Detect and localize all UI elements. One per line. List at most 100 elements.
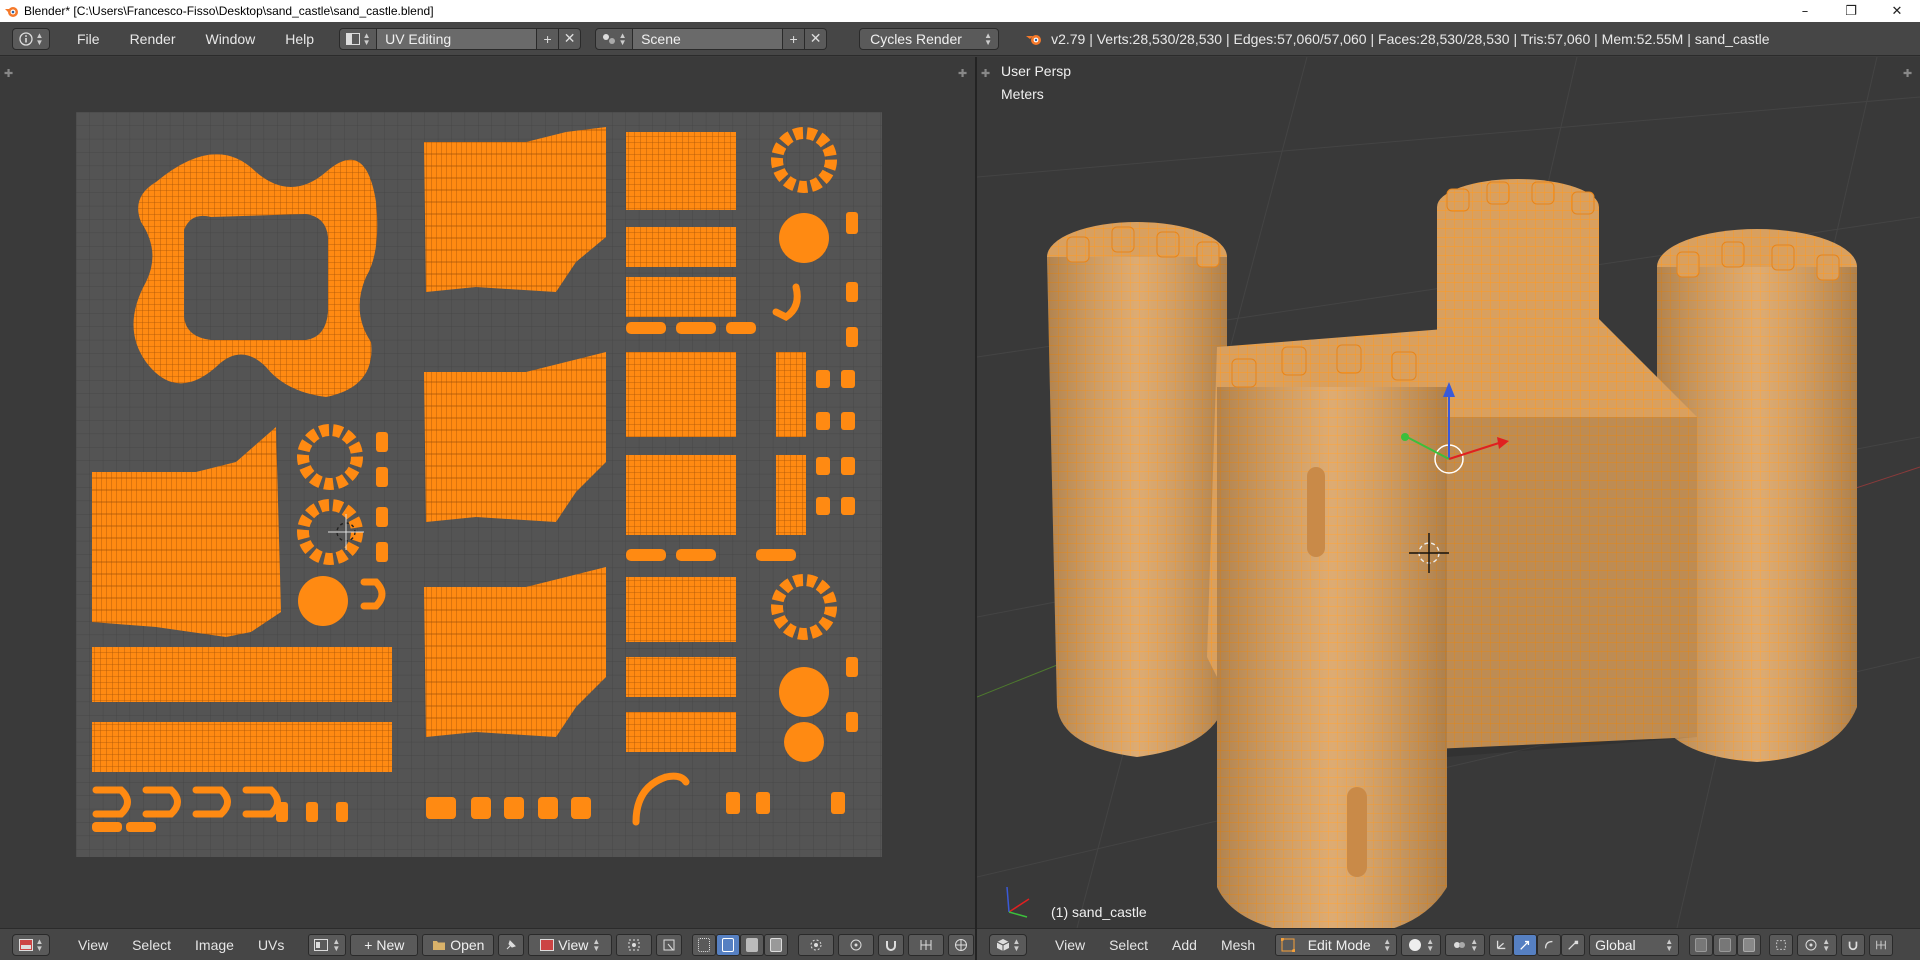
pivot-point-dropdown[interactable] <box>616 933 653 956</box>
info-header: ▲ ▼ File Render Window Help ▲ ▼ UV Editing… <box>0 22 1920 56</box>
pin-button[interactable] <box>498 933 525 956</box>
chevron-updown-icon: ▲ ▼ <box>35 936 44 953</box>
image-editor-icon <box>18 938 33 951</box>
delete-screen-button[interactable]: ✕ <box>559 27 582 50</box>
blender-logo-icon <box>5 7 18 17</box>
uv-menu-uvs[interactable]: UVs <box>246 937 296 953</box>
menu-window[interactable]: Window <box>190 31 270 47</box>
solid-shading-icon <box>1409 938 1422 951</box>
add-scene-button[interactable]: + <box>783 27 806 50</box>
restore-button[interactable]: ❐ <box>1828 0 1874 22</box>
close-window-button[interactable]: ✕ <box>1874 0 1920 22</box>
add-screen-button[interactable]: + <box>537 27 560 50</box>
uv-overlay-toggle[interactable] <box>948 933 975 956</box>
uv-layout-canvas[interactable] <box>76 112 882 857</box>
edge-mode-icon <box>722 937 735 952</box>
pivot-icon <box>1454 941 1466 948</box>
scene-name-field[interactable]: Scene <box>633 27 784 50</box>
manipulator-toggle[interactable] <box>1489 933 1514 956</box>
uv-image-editor[interactable]: ✚ ✚ <box>0 57 975 928</box>
scale-icon <box>1568 940 1579 950</box>
screen-layout-dropdown[interactable]: ▲ ▼ <box>339 27 378 50</box>
scene-dropdown[interactable]: ▲ ▼ <box>595 27 634 50</box>
scene-selector: ▲ ▼ Scene + ✕ <box>595 27 828 50</box>
rotate-icon <box>1545 940 1553 948</box>
proportional-edit-dropdown[interactable] <box>838 933 875 956</box>
3d-menu-select[interactable]: Select <box>1097 937 1160 953</box>
scale-manipulator-button[interactable] <box>1561 933 1586 956</box>
layer-button-1[interactable] <box>1689 933 1714 956</box>
folder-icon <box>433 940 446 950</box>
edit-mode-icon <box>1281 937 1296 952</box>
island-mode-icon <box>770 937 783 952</box>
3d-menu-mesh[interactable]: Mesh <box>1209 937 1267 953</box>
area-corner-icon[interactable]: ✚ <box>4 67 13 80</box>
layer-button-2[interactable] <box>1713 933 1738 956</box>
new-image-button[interactable]: + New <box>350 933 419 956</box>
screen-layout-name-field[interactable]: UV Editing <box>377 27 538 50</box>
select-vertex-mode[interactable] <box>692 933 717 956</box>
viewport-shading-dropdown[interactable]: ▲ ▼ <box>1401 933 1442 956</box>
snap-element-dropdown[interactable] <box>908 933 945 956</box>
menu-render[interactable]: Render <box>115 31 191 47</box>
chevron-updown-icon: ▲ ▼ <box>1665 936 1674 953</box>
uv-menu-view[interactable]: View <box>66 937 120 953</box>
image-editor-icon <box>540 938 555 951</box>
select-island-mode[interactable] <box>764 933 789 956</box>
pivot-center-dropdown[interactable]: ▲ ▼ <box>1445 933 1486 956</box>
delete-scene-button[interactable]: ✕ <box>805 27 828 50</box>
3d-menu-view[interactable]: View <box>1043 937 1097 953</box>
editor-type-info-button[interactable]: ▲ ▼ <box>12 27 50 50</box>
manipulator-icon <box>1497 940 1506 949</box>
select-face-mode[interactable] <box>740 933 765 956</box>
layer-icon <box>1743 937 1756 952</box>
select-edge-mode[interactable] <box>716 933 741 956</box>
minimize-button[interactable]: – <box>1782 0 1828 22</box>
editor-type-3d-button[interactable]: ▲ ▼ <box>989 933 1027 956</box>
sync-selection-toggle[interactable] <box>656 933 683 956</box>
chevron-updown-icon: ▲ ▼ <box>984 30 993 47</box>
open-image-button[interactable]: Open <box>422 933 495 956</box>
render-engine-dropdown[interactable]: Cycles Render ▲ ▼ <box>859 27 1000 50</box>
sticky-selection-dropdown[interactable] <box>798 933 835 956</box>
new-image-label: New <box>376 936 405 953</box>
snap-toggle-3d[interactable] <box>1841 933 1866 956</box>
proportional-editing-dropdown[interactable]: ▲ ▼ <box>1797 933 1838 956</box>
3d-menu-add[interactable]: Add <box>1160 937 1209 953</box>
stats-text: v2.79 | Verts:28,530/28,530 | Edges:57,0… <box>1051 30 1770 47</box>
scene-stats: v2.79 | Verts:28,530/28,530 | Edges:57,0… <box>1025 31 1769 47</box>
chevron-updown-icon: ▲ ▼ <box>618 30 627 47</box>
menu-help[interactable]: Help <box>270 31 329 47</box>
area-corner-icon[interactable]: ✚ <box>958 67 967 80</box>
translate-manipulator-button[interactable] <box>1513 933 1538 956</box>
active-object-label: (1) sand_castle <box>1051 904 1147 920</box>
vertex-mode-icon <box>698 937 711 952</box>
interaction-mode-dropdown[interactable]: Edit Mode ▲ ▼ <box>1275 933 1398 956</box>
castle-mesh-render[interactable] <box>977 57 1920 928</box>
transform-orientation-dropdown[interactable]: Global ▲ ▼ <box>1589 933 1680 956</box>
3d-viewport[interactable]: User Persp Meters ✚ ✚ (1) sand_castle <box>977 57 1920 928</box>
snap-element-3d-dropdown[interactable] <box>1869 933 1894 956</box>
image-browse-icon <box>314 938 329 951</box>
uv-view-mode-dropdown[interactable]: View ▲ ▼ <box>528 933 613 956</box>
pin-icon <box>506 939 517 949</box>
globe-icon <box>955 938 968 951</box>
rotate-manipulator-button[interactable] <box>1537 933 1562 956</box>
proportional-edit-icon <box>850 939 862 950</box>
uv-menu-select[interactable]: Select <box>120 937 183 953</box>
browse-image-button[interactable]: ▲ ▼ <box>308 933 347 956</box>
layer-button-3[interactable] <box>1737 933 1762 956</box>
sync-icon <box>663 939 675 950</box>
uv-menu-image[interactable]: Image <box>183 937 246 953</box>
x-icon: ✕ <box>809 30 822 46</box>
chevron-updown-icon: ▲ ▼ <box>1470 936 1479 953</box>
snap-toggle[interactable] <box>878 933 905 956</box>
chevron-updown-icon: ▲ ▼ <box>1012 936 1021 953</box>
magnet-icon <box>886 940 897 951</box>
snap-target-button[interactable] <box>1769 933 1794 956</box>
menu-file[interactable]: File <box>62 31 115 47</box>
pivot-icon <box>628 939 640 950</box>
editor-type-uv-button[interactable]: ▲ ▼ <box>12 933 50 956</box>
arrow-icon <box>1520 940 1530 950</box>
plus-icon: + <box>543 30 552 47</box>
